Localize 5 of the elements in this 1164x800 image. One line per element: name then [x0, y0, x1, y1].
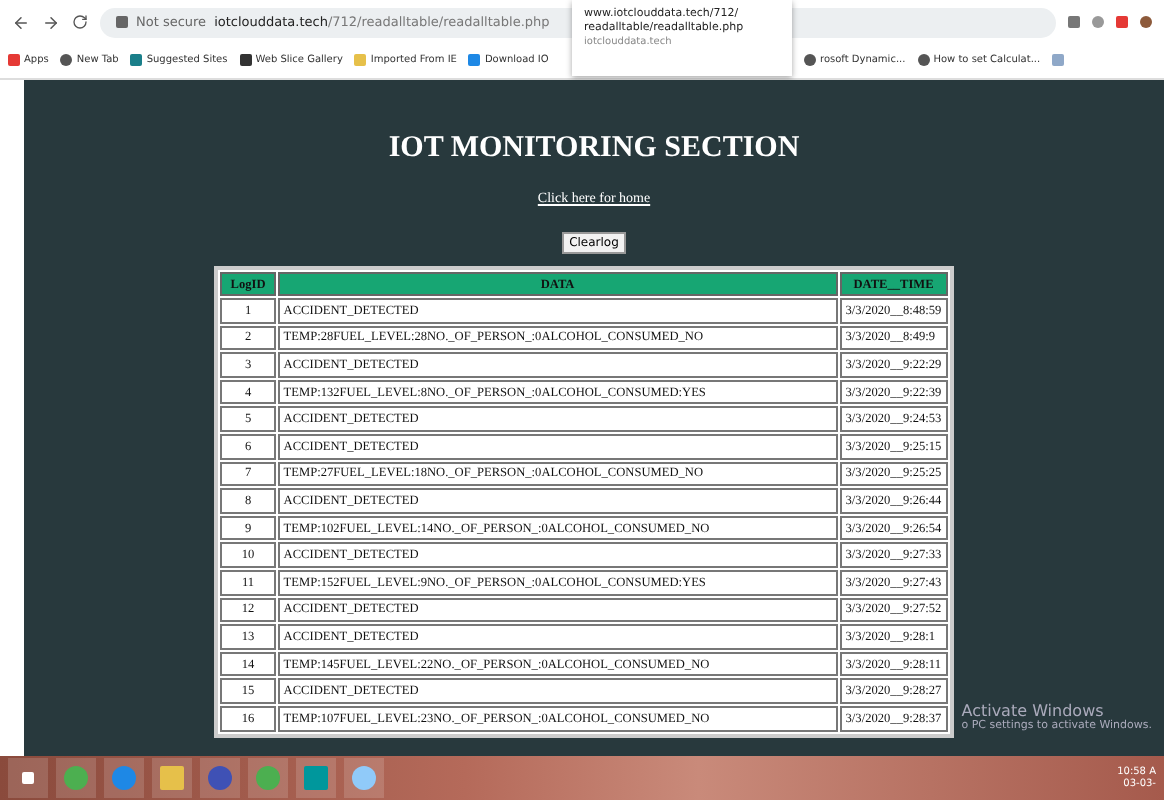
page-title: IOT MONITORING SECTION — [388, 132, 800, 166]
reload-icon[interactable] — [72, 14, 88, 30]
activation-title: Activate Windows — [961, 702, 1104, 720]
forward-icon[interactable] — [42, 13, 60, 31]
back-icon[interactable] — [12, 13, 30, 31]
